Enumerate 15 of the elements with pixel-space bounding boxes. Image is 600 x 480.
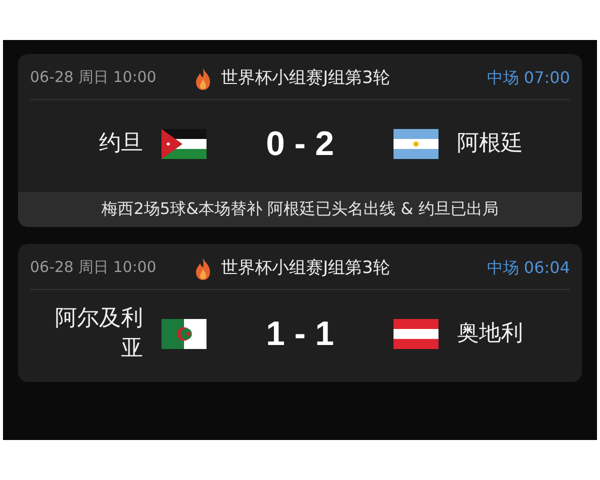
match-datetime: 06-28 周日 10:00 [30,67,158,87]
match-status: 中场 06:04 [486,257,570,279]
match-status: 中场 07:00 [486,67,570,89]
away-team-name: 奥地利 [457,320,524,348]
match-datetime: 06-28 周日 10:00 [30,257,158,277]
competition-title: 世界杯小组赛J组第3轮 [220,67,391,90]
competition-title: 世界杯小组赛J组第3轮 [220,257,391,280]
match-note: 梅西2场5球&本场替补 阿根廷已头名出线 & 约旦已出局 [18,192,582,227]
match-card[interactable]: 06-28 周日 10:00 世界杯小组赛J组第3轮 中场 07:00 约旦 0 - 2 阿根廷 梅西2场5球&本场替补 阿根廷已头名出线 & 约旦已出局 [18,54,582,227]
away-team-name: 阿根廷 [457,130,524,158]
home-team-name: 阿尔及利亚 [54,305,143,363]
match-card[interactable]: 06-28 周日 10:00 世界杯小组赛J组第3轮 中场 06:04 阿尔及利亚 1 - 1 奥地利 [18,244,582,382]
match-score: 1 - 1 [264,314,336,354]
match-score: 0 - 2 [264,124,336,164]
home-team-name: 约旦 [98,130,143,158]
